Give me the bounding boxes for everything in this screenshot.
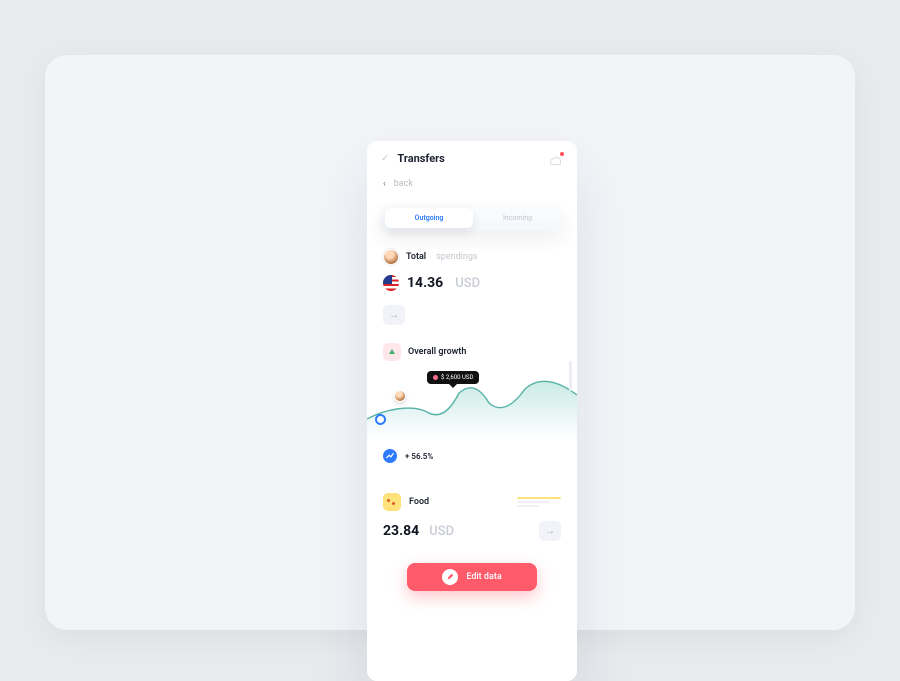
food-label: Food [409,497,509,507]
phone-frame: ✓ Transfers ‹ back Outgoing Incoming Tot… [367,141,577,681]
chevron-left-icon: ‹ [383,179,386,189]
trend-value: + 56.5% [405,452,433,461]
back-button[interactable]: ‹ back [367,165,577,189]
chart-tooltip: $ 2,600 USD [427,371,479,384]
growth-title: Overall growth [408,347,466,357]
tabs: Outgoing Incoming [381,205,563,231]
edit-button-label: Edit data [466,572,501,582]
growth-chart: $ 2,600 USD [367,369,577,439]
food-icon [383,493,401,511]
arrow-right-icon: → [545,526,555,537]
arrow-button[interactable]: → [383,305,405,325]
food-amount: 23.84 [383,523,419,539]
growth-section: Overall growth $ 2,600 USD [367,325,577,439]
arrow-right-icon: → [389,310,399,321]
scroll-indicator [569,361,572,391]
total-amount: 14.36 [407,275,443,291]
tab-incoming[interactable]: Incoming [472,214,563,222]
notification-icon[interactable] [549,153,563,165]
check-icon: ✓ [381,153,389,164]
us-flag-icon [383,275,399,291]
user-avatar [383,249,399,265]
trend-row: + 56.5% [367,439,577,463]
notification-dot [560,152,564,156]
edit-data-button[interactable]: Edit data [407,563,537,591]
tab-outgoing[interactable]: Outgoing [385,208,473,228]
header: ✓ Transfers [367,141,577,165]
total-currency: USD [455,276,480,291]
total-sublabel: spendings [436,252,477,262]
chart-point [375,414,386,425]
outer-panel: ✓ Transfers ‹ back Outgoing Incoming Tot… [45,55,855,630]
total-section: Total spendings 14.36 USD → [367,231,577,325]
chart-avatar [394,390,406,402]
tooltip-dot-icon [433,375,438,380]
pencil-icon [442,569,458,585]
food-bars [517,497,561,507]
food-arrow-button[interactable]: → [539,521,561,541]
page-title: Transfers [397,152,541,165]
growth-icon [383,343,401,361]
back-label: back [394,179,413,189]
food-section: Food [367,463,577,511]
food-amount-row: 23.84 USD → [367,511,577,541]
food-currency: USD [429,524,454,539]
tooltip-value: $ 2,600 USD [441,374,473,381]
trend-up-icon [383,449,397,463]
total-label: Total [406,252,426,262]
